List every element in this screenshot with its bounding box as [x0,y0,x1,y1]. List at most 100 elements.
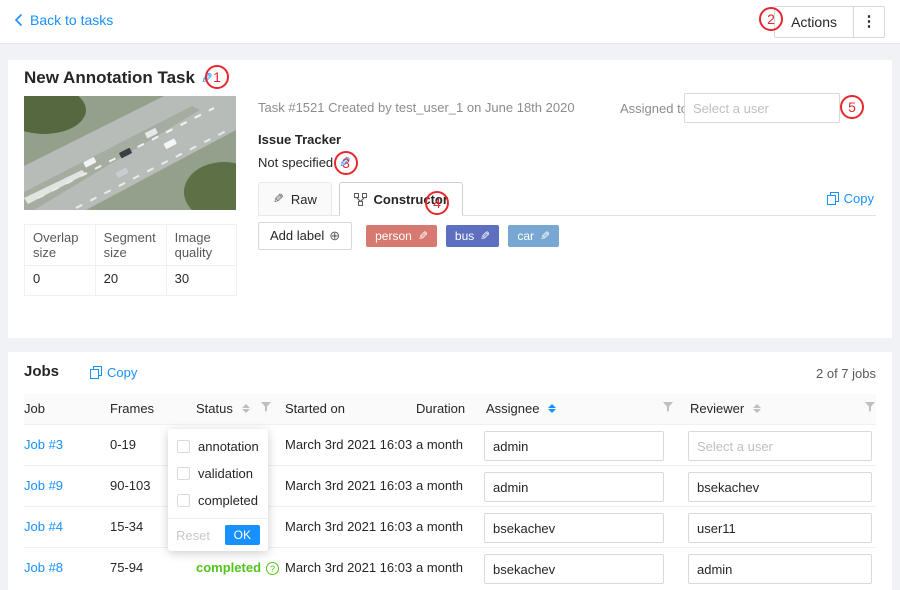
copy-labels-link[interactable]: Copy [827,191,874,206]
table-row: Job #3 0-19 March 3rd 2021 16:03 a month [24,425,876,466]
labels-tabs: ✎ Raw Constructor Copy [258,182,876,216]
status-sort-icon[interactable] [242,404,250,413]
job-assignee-input[interactable] [484,431,664,461]
label-tag-car[interactable]: car✎ [508,225,559,247]
jobs-card: Jobs Copy 2 of 7 jobs Job Frames Status … [8,352,892,590]
jobs-table-header: Job Frames Status Started on Duration As… [24,394,876,425]
segment-size-header: Segment size [95,225,166,266]
column-status[interactable]: Status [196,401,250,416]
column-assignee[interactable]: Assignee [486,401,556,416]
frames-value: 90-103 [110,478,150,493]
issue-tracker-label: Issue Tracker [258,132,341,147]
task-assignee-input[interactable] [684,93,840,123]
duration-value: a month [416,478,463,493]
copy-jobs-link[interactable]: Copy [90,365,137,380]
job-assignee-input[interactable] [484,554,664,584]
started-on-value: March 3rd 2021 16:03 [285,478,412,493]
duration-value: a month [416,437,463,452]
column-job: Job [24,401,45,416]
more-actions-icon[interactable]: ⋮ [853,6,885,38]
checkbox[interactable] [177,440,190,453]
checkbox[interactable] [177,494,190,507]
filter-funnel-icon [260,401,272,413]
jobs-count: 2 of 7 jobs [816,366,876,381]
job-assignee-input[interactable] [484,513,664,543]
overlap-size-value: 0 [25,266,96,296]
frames-value: 0-19 [110,437,136,452]
column-started-on: Started on [285,401,345,416]
edit-label-icon[interactable]: ✎ [418,229,428,243]
annotation-marker-4: 4 [425,191,449,215]
duration-value: a month [416,560,463,575]
pencil-icon: ✎ [273,191,284,207]
status-filter-dropdown: annotation validation completed Reset OK [168,429,268,551]
image-quality-header: Image quality [166,225,236,266]
job-link[interactable]: Job #9 [24,478,63,493]
copy-icon [827,192,839,205]
annotation-marker-3: 3 [334,151,358,175]
annotation-marker-1: 1 [205,65,229,89]
label-tag-bus[interactable]: bus✎ [446,225,499,247]
filter-reset-button[interactable]: Reset [176,528,210,543]
segment-size-value: 20 [95,266,166,296]
job-reviewer-input[interactable] [688,513,872,543]
started-on-value: March 3rd 2021 16:03 [285,519,412,534]
assignee-sort-icon[interactable] [548,404,556,413]
assigned-to-label: Assigned to [620,101,688,116]
started-on-value: March 3rd 2021 16:03 [285,437,412,452]
edit-label-icon[interactable]: ✎ [540,229,550,243]
chevron-left-icon [14,13,23,27]
actions-button-group: Actions ⋮ [774,6,885,38]
job-assignee-input[interactable] [484,472,664,502]
tab-raw[interactable]: ✎ Raw [258,182,332,216]
question-circle-icon[interactable]: ? [266,562,279,575]
job-reviewer-input[interactable] [688,554,872,584]
column-duration: Duration [416,401,465,416]
table-row: Job #4 15-34 March 3rd 2021 16:03 a mont… [24,507,876,548]
filter-option-validation[interactable]: validation [168,460,268,487]
task-parameters-table: Overlap size Segment size Image quality … [24,224,237,296]
image-quality-value: 30 [166,266,236,296]
reviewer-filter-button[interactable] [864,401,876,413]
back-label: Back to tasks [30,12,113,28]
copy-icon [90,366,102,379]
job-link[interactable]: Job #8 [24,560,63,575]
task-details-card: New Annotation Task✎ Overlap size Segmen… [8,60,892,338]
filter-funnel-icon [864,401,876,413]
table-row: Job #8 75-94 completed? March 3rd 2021 1… [24,548,876,589]
filter-option-annotation[interactable]: annotation [168,433,268,460]
annotation-marker-2: 2 [759,7,783,31]
checkbox[interactable] [177,467,190,480]
duration-value: a month [416,519,463,534]
jobs-title: Jobs [24,363,59,380]
frames-value: 75-94 [110,560,143,575]
actions-button[interactable]: Actions [774,6,854,38]
job-link[interactable]: Job #4 [24,519,63,534]
label-tag-person[interactable]: person✎ [366,225,437,247]
column-frames: Frames [110,401,154,416]
task-preview-image [24,96,236,210]
job-reviewer-input[interactable] [688,431,872,461]
page-title: New Annotation Task✎ [24,68,213,88]
constructor-icon [354,193,367,206]
back-to-tasks-link[interactable]: Back to tasks [14,12,113,28]
filter-funnel-icon [662,401,674,413]
filter-option-completed[interactable]: completed [168,487,268,514]
reviewer-sort-icon[interactable] [753,404,761,413]
annotation-marker-5: 5 [840,95,864,119]
filter-footer: Reset OK [168,518,268,551]
task-meta-text: Task #1521 Created by test_user_1 on Jun… [258,100,575,115]
filter-ok-button[interactable]: OK [225,525,260,545]
assignee-filter-button[interactable] [662,401,674,413]
job-reviewer-input[interactable] [688,472,872,502]
labels-constructor-area: Add label⊕ person✎ bus✎ car✎ [258,222,568,250]
edit-label-icon[interactable]: ✎ [480,229,490,243]
column-reviewer[interactable]: Reviewer [690,401,761,416]
plus-circle-icon: ⊕ [329,228,340,243]
table-row: Job #9 90-103 March 3rd 2021 16:03 a mon… [24,466,876,507]
started-on-value: March 3rd 2021 16:03 [285,560,412,575]
add-label-button[interactable]: Add label⊕ [258,222,352,250]
job-link[interactable]: Job #3 [24,437,63,452]
status-filter-button[interactable] [260,401,272,413]
frames-value: 15-34 [110,519,143,534]
